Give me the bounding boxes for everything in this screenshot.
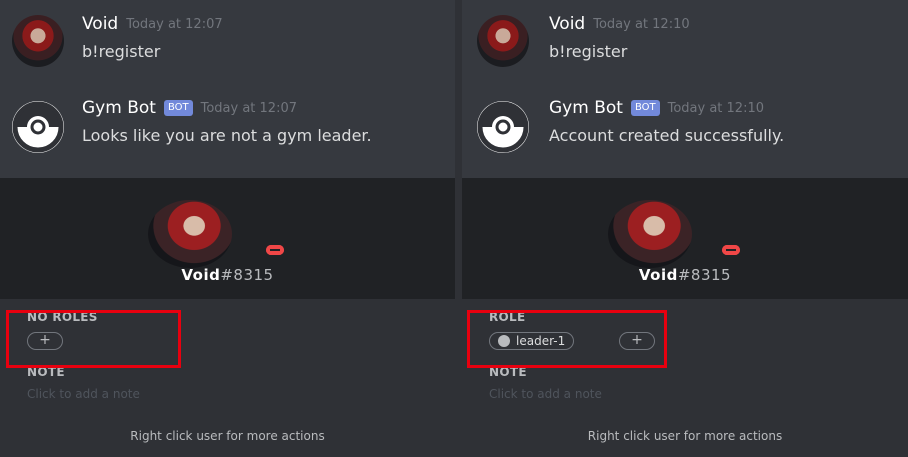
message-content: b!register xyxy=(82,42,161,61)
profile-username: Void#8315 xyxy=(0,266,455,284)
profile-username: Void#8315 xyxy=(462,266,908,284)
bot-tag: BOT xyxy=(163,100,193,116)
author-name[interactable]: Gym Bot xyxy=(82,98,156,118)
profile-avatar[interactable] xyxy=(608,200,692,268)
message-header: Gym Bot BOT Today at 12:10 xyxy=(549,96,764,120)
roles-highlight-box xyxy=(6,310,181,368)
pokeball-icon[interactable] xyxy=(477,101,529,153)
message-timestamp: Today at 12:07 xyxy=(200,100,297,116)
pokeball-icon[interactable] xyxy=(12,101,64,153)
dnd-status-icon xyxy=(262,241,288,259)
pane-divider xyxy=(455,0,462,457)
message-content: b!register xyxy=(549,42,628,61)
discriminator: #8315 xyxy=(677,266,732,284)
author-name[interactable]: Gym Bot xyxy=(549,98,623,118)
author-name[interactable]: Void xyxy=(549,14,585,34)
message-content: Looks like you are not a gym leader. xyxy=(82,126,372,145)
profile-footer-hint: Right click user for more actions xyxy=(587,429,783,443)
anime-avatar-icon[interactable] xyxy=(477,15,529,67)
username-text: Void xyxy=(181,266,221,284)
message-header: Gym Bot BOT Today at 12:07 xyxy=(82,96,297,120)
message-void-register: Void Today at 12:10 b!register xyxy=(462,12,908,82)
discriminator: #8315 xyxy=(220,266,274,284)
profile-footer-hint: Right click user for more actions xyxy=(130,429,325,443)
message-void-register: Void Today at 12:07 b!register xyxy=(0,12,455,82)
username-text: Void xyxy=(638,266,678,284)
bot-tag: BOT xyxy=(630,100,660,116)
profile-avatar[interactable] xyxy=(148,200,232,268)
message-header: Void Today at 12:10 xyxy=(549,12,690,36)
author-name[interactable]: Void xyxy=(82,14,118,34)
anime-avatar-icon[interactable] xyxy=(12,15,64,67)
note-input[interactable]: Click to add a note xyxy=(27,387,140,401)
message-content: Account created successfully. xyxy=(549,126,785,145)
message-gymbot-reply: Gym Bot BOT Today at 12:07 Looks like yo… xyxy=(0,96,455,166)
message-gymbot-reply: Gym Bot BOT Today at 12:10 Account creat… xyxy=(462,96,908,166)
note-input[interactable]: Click to add a note xyxy=(489,387,602,401)
message-timestamp: Today at 12:10 xyxy=(593,16,690,32)
message-timestamp: Today at 12:10 xyxy=(667,100,764,116)
message-timestamp: Today at 12:07 xyxy=(126,16,223,32)
dnd-status-icon xyxy=(718,241,744,259)
message-header: Void Today at 12:07 xyxy=(82,12,223,36)
roles-highlight-box xyxy=(467,310,667,368)
